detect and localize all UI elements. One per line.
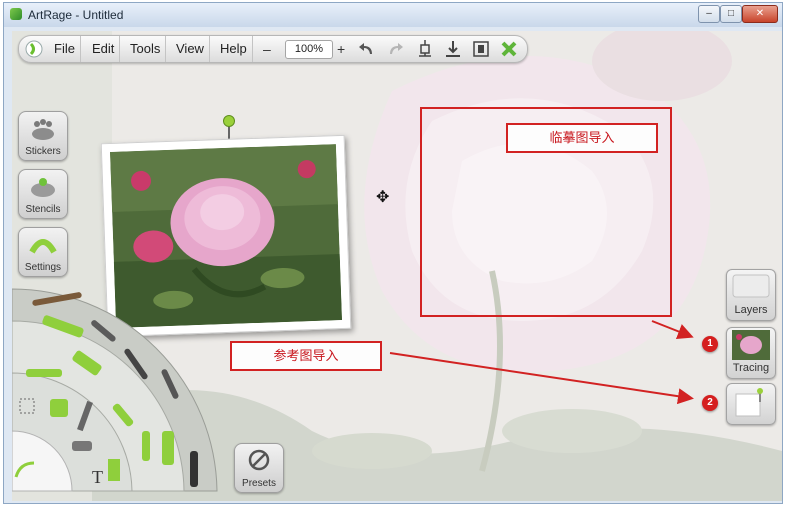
maximize-button[interactable]: □ xyxy=(720,5,742,23)
layers-label: Layers xyxy=(734,304,768,316)
title-bar[interactable]: ArtRage - Untitled – □ ✕ xyxy=(4,3,782,27)
presets-button[interactable]: Presets xyxy=(234,443,284,493)
reference-button[interactable] xyxy=(726,383,776,425)
minimize-button[interactable]: – xyxy=(698,5,720,23)
no-preset-icon xyxy=(248,449,270,471)
reference-image-icon xyxy=(735,388,763,417)
tool-picker-wheel[interactable]: T xyxy=(12,281,227,501)
app-icon xyxy=(10,8,22,20)
app-window: ArtRage - Untitled – □ ✕ File Edit Tools xyxy=(3,2,783,504)
presets-label: Presets xyxy=(242,478,276,489)
marker-2-badge: 2 xyxy=(702,395,718,411)
close-button[interactable]: ✕ xyxy=(742,5,778,23)
tracing-button[interactable]: Tracing xyxy=(726,327,776,379)
tracing-label: Tracing xyxy=(732,362,770,374)
tracing-thumbnail-icon xyxy=(732,330,770,360)
window-title: ArtRage - Untitled xyxy=(28,8,124,22)
layers-button[interactable]: Layers xyxy=(726,269,776,321)
marker-1-badge: 1 xyxy=(702,336,718,352)
layers-icon xyxy=(732,274,770,298)
painting-canvas[interactable]: File Edit Tools View Help – 100% + Stick… xyxy=(12,31,782,501)
text-tool-icon[interactable]: T xyxy=(92,467,103,487)
